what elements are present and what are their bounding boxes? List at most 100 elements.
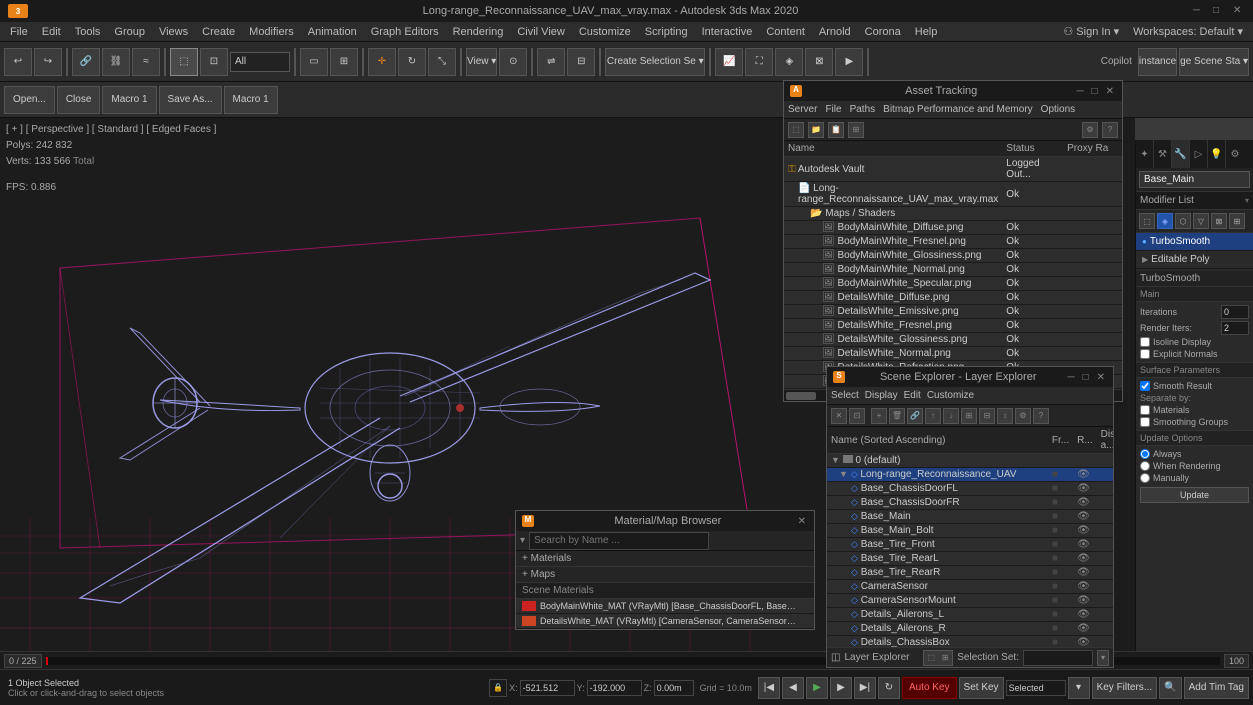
add-time-tag-button[interactable]: Add Tim Tag <box>1184 677 1249 699</box>
curve-editor-button[interactable]: 📈 <box>715 48 743 76</box>
set-key-button[interactable]: Set Key <box>959 677 1004 699</box>
reference-coord-button[interactable]: View ▾ <box>466 48 497 76</box>
asset-row-4[interactable]: 🖼 BodyMainWhite_Specular.pngOk <box>784 277 1122 291</box>
scene-row-main[interactable]: ◇ Base_Main■👁 <box>827 510 1113 524</box>
scene-tb-deselect[interactable]: ⊟ <box>979 408 995 424</box>
scene-maximize-button[interactable]: □ <box>1081 372 1091 383</box>
y-coord-input[interactable] <box>587 680 642 696</box>
undo-button[interactable]: ↩ <box>4 48 32 76</box>
asset-row-6[interactable]: 🖼 DetailsWhite_Emissive.pngOk <box>784 305 1122 319</box>
minimize-button[interactable]: ─ <box>1193 5 1205 17</box>
key-filters-button[interactable]: Key Filters... <box>1092 677 1158 699</box>
asset-row-5[interactable]: 🖼 DetailsWhite_Diffuse.pngOk <box>784 291 1122 305</box>
create-selection-set-button[interactable]: Create Selection Se ▾ <box>605 48 705 76</box>
search-button[interactable]: 🔍 <box>1159 677 1181 699</box>
scene-tb-help[interactable]: ? <box>1033 408 1049 424</box>
macro1-left-button[interactable]: Macro 1 <box>102 86 156 114</box>
menu-scripting[interactable]: Scripting <box>639 25 694 39</box>
save-as-button[interactable]: Save As... <box>159 86 222 114</box>
select-by-name-button[interactable]: ⊡ <box>200 48 228 76</box>
modifier-icon-3[interactable]: ⬡ <box>1175 213 1191 229</box>
asset-menu-paths[interactable]: Paths <box>850 104 876 115</box>
scene-tb-link[interactable]: 🔗 <box>907 408 923 424</box>
menu-file[interactable]: File <box>4 25 34 39</box>
asset-tb-btn1[interactable]: ⬚ <box>788 122 804 138</box>
asset-menu-file[interactable]: File <box>825 104 841 115</box>
material-browser-header[interactable]: M Material/Map Browser ✕ <box>516 511 814 531</box>
asset-row-7[interactable]: 🖼 DetailsWhite_Fresnel.pngOk <box>784 319 1122 333</box>
menu-customize[interactable]: Customize <box>573 25 637 39</box>
hierarchy-tab[interactable]: 🔧 <box>1172 140 1190 168</box>
modifier-icon-4[interactable]: ▽ <box>1193 213 1209 229</box>
menu-rendering[interactable]: Rendering <box>447 25 510 39</box>
scene-row-tirefront[interactable]: ◇ Base_Tire_Front■👁 <box>827 538 1113 552</box>
link-button[interactable]: 🔗 <box>72 48 100 76</box>
motion-tab[interactable]: ▷ <box>1190 140 1208 168</box>
asset-menu-options[interactable]: Options <box>1041 104 1075 115</box>
macro1-right-button[interactable]: Macro 1 <box>224 86 278 114</box>
scene-menu-customize[interactable]: Customize <box>927 390 974 401</box>
loop-button[interactable]: ↻ <box>878 677 900 699</box>
scene-col-display[interactable]: Display a... <box>1097 427 1113 454</box>
scene-row-bolt[interactable]: ◇ Base_Main_Bolt■👁 <box>827 524 1113 538</box>
scene-explorer-header[interactable]: S Scene Explorer - Layer Explorer ─ □ ✕ <box>827 367 1113 387</box>
go-end-button[interactable]: ▶| <box>854 677 876 699</box>
time-slider-thumb[interactable] <box>46 657 48 665</box>
utilities-tab[interactable]: ⚙ <box>1226 140 1244 168</box>
create-tab[interactable]: ✦ <box>1136 140 1154 168</box>
explicit-normals-checkbox[interactable] <box>1140 349 1150 359</box>
scene-col-fr[interactable]: Fr... <box>1048 427 1073 454</box>
scene-row-tirearl[interactable]: ◇ Base_Tire_RearL■👁 <box>827 552 1113 566</box>
scene-tb-settings[interactable]: ⚙ <box>1015 408 1031 424</box>
x-coord-input[interactable] <box>520 680 575 696</box>
scene-row-cameramount[interactable]: ◇ CameraSensorMount■👁 <box>827 594 1113 608</box>
scene-tb-selectall[interactable]: ⊞ <box>961 408 977 424</box>
scene-row-doorfl[interactable]: ◇ Base_ChassisDoorFL■👁 <box>827 482 1113 496</box>
asset-tb-btn5[interactable]: ⚙ <box>1082 122 1098 138</box>
scene-menu-select[interactable]: Select <box>831 390 859 401</box>
asset-hscroll-thumb[interactable] <box>786 392 816 400</box>
instance-button[interactable]: instance <box>1138 48 1177 76</box>
materials-checkbox[interactable] <box>1140 405 1150 415</box>
select-scale-button[interactable]: ⤡ <box>428 48 456 76</box>
menu-arnold[interactable]: Arnold <box>813 25 857 39</box>
asset-tb-btn4[interactable]: ⊞ <box>848 122 864 138</box>
menu-tools[interactable]: Tools <box>69 25 107 39</box>
render-iters-input[interactable] <box>1221 321 1249 335</box>
selected-dropdown[interactable]: ▾ <box>1068 677 1090 699</box>
maximize-button[interactable]: □ <box>1213 5 1225 17</box>
scene-tb-down[interactable]: ↓ <box>943 408 959 424</box>
select-rotate-button[interactable]: ↻ <box>398 48 426 76</box>
menu-edit[interactable]: Edit <box>36 25 67 39</box>
asset-menu-server[interactable]: Server <box>788 104 817 115</box>
use-center-button[interactable]: ⊙ <box>499 48 527 76</box>
modifier-icon-6[interactable]: ⊞ <box>1229 213 1245 229</box>
smoothing-groups-checkbox[interactable] <box>1140 417 1150 427</box>
mat-item-0[interactable]: BodyMainWhite_MAT (VRayMtl) [Base_Chassi… <box>516 599 814 614</box>
asset-row-2[interactable]: 🖼 BodyMainWhite_Glossiness.pngOk <box>784 249 1122 263</box>
scene-col-r[interactable]: R... <box>1073 427 1097 454</box>
next-frame-button[interactable]: ▶ <box>830 677 852 699</box>
scene-menu-display[interactable]: Display <box>865 390 898 401</box>
modifier-icon-1[interactable]: ⬚ <box>1139 213 1155 229</box>
asset-row-8[interactable]: 🖼 DetailsWhite_Glossiness.pngOk <box>784 333 1122 347</box>
redo-button[interactable]: ↪ <box>34 48 62 76</box>
material-search-input[interactable] <box>529 532 709 550</box>
asset-tb-btn3[interactable]: 📋 <box>828 122 844 138</box>
update-button[interactable]: Update <box>1140 487 1249 503</box>
col-proxy[interactable]: Proxy Ra <box>1063 141 1122 157</box>
z-coord-input[interactable] <box>654 680 694 696</box>
materials-section-header[interactable]: + Materials <box>516 551 814 567</box>
object-name-input[interactable] <box>1139 171 1250 188</box>
asset-tb-btn6[interactable]: ? <box>1102 122 1118 138</box>
asset-row-file[interactable]: 📄 Long-range_Reconnaissance_UAV_max_vray… <box>784 182 1122 207</box>
scene-state-button[interactable]: ge Scene Sta ▾ <box>1179 48 1249 76</box>
unlink-button[interactable]: ⛓ <box>102 48 130 76</box>
filter-input[interactable] <box>230 52 290 72</box>
play-button[interactable]: ▶ <box>806 677 828 699</box>
schematic-view-button[interactable]: ⛶ <box>745 48 773 76</box>
prev-frame-button[interactable]: ◀ <box>782 677 804 699</box>
scene-tb-filter[interactable]: ⊡ <box>849 408 865 424</box>
scene-menu-edit[interactable]: Edit <box>904 390 921 401</box>
editablepoly-item[interactable]: ▶ Editable Poly <box>1136 251 1253 269</box>
